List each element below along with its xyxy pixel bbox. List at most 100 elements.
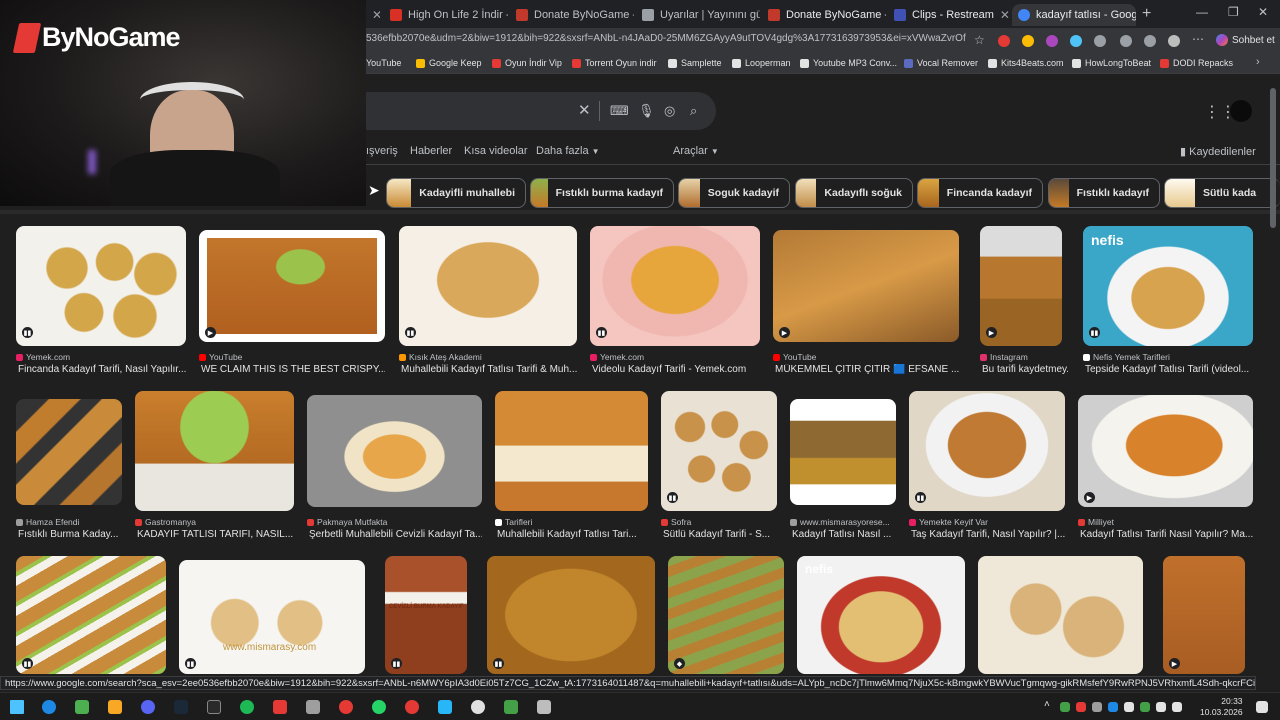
menu-dots-icon[interactable]: ⋯ [1192,32,1204,46]
tools-button[interactable]: Araçlar ▼ [673,145,719,157]
search-input[interactable]: ✕ ⌨ 🎙︎ ◎ ⌕ [366,92,716,130]
result-image[interactable] [909,391,1065,511]
result-image[interactable] [16,399,122,505]
result-image[interactable] [590,226,760,346]
image-result[interactable]: nefis [797,556,965,674]
image-result[interactable]: ◆ [668,556,784,674]
tray-icon[interactable] [1060,702,1070,712]
result-image[interactable] [16,556,166,674]
tab-news[interactable]: Haberler [410,145,452,157]
result-title[interactable]: Muhallebili Kadayıf Tatlısı Tarifi & Muh… [401,364,577,375]
result-image[interactable] [668,556,784,674]
bookmark-item[interactable]: Vocal Remover [904,58,978,68]
tab-2[interactable]: Uyarılar | Yayınını güçlen ✕ [636,4,760,26]
scrollbar-thumb[interactable] [1270,88,1276,228]
image-result[interactable]: ▮▮ Yemek.com Videolu Kadayıf Tarifi - Ye… [590,226,760,376]
account-avatar[interactable] [1230,100,1252,122]
new-tab-icon[interactable]: + [1142,5,1151,23]
result-image[interactable] [495,391,648,511]
bookmark-item[interactable]: Torrent Oyun indir [572,58,657,68]
chip-fincanda-kadayif[interactable]: Fincanda kadayıf [917,178,1043,208]
result-title[interactable]: Kadayıf Tatlısı Tarifi Nasıl Yapılır? Ma… [1080,529,1253,540]
image-result[interactable]: ▶ [1163,556,1245,674]
chip-fistikli-burma[interactable]: Fıstıklı burma kadayıf [530,178,674,208]
image-result[interactable]: www.mismarasy.com ▮▮ [179,560,365,674]
image-result[interactable]: ▮▮ Yemekte Keyif Var Taş Kadayıf Tarifi,… [909,391,1065,543]
image-result[interactable]: nefis ▮▮ Nefis Yemek Tarifleri Tepside K… [1083,226,1253,376]
result-title[interactable]: Kadayıf Tatlısı Nasıl ... [792,529,896,540]
image-result[interactable]: CEVİZLİ BURMA KADAYIF ▮▮ [385,556,467,674]
app-icon[interactable] [273,700,287,714]
bookmark-item[interactable]: DODI Repacks [1160,58,1233,68]
tab-shopping[interactable]: ışveriş [366,145,398,157]
chevron-right-icon[interactable]: › [1256,56,1260,68]
minimize-icon[interactable]: — [1196,5,1208,19]
profile-avatar-icon[interactable] [1168,35,1180,47]
app-icon[interactable] [537,700,551,714]
result-title[interactable]: Fincanda Kadayıf Tarifi, Nasıl Yapılır..… [18,364,186,375]
tray-icon[interactable] [1076,702,1086,712]
image-result[interactable]: ▶ YouTube WE CLAIM THIS IS THE BEST CRIS… [199,226,385,376]
image-result[interactable]: ▶ YouTube MÜKEMMEL ÇITIR ÇITIR 🟦 EFSANE … [773,226,959,376]
result-image[interactable] [135,391,294,511]
chip-sutlu-kadayif[interactable]: Sütlü kada [1164,178,1280,208]
extensions-puzzle-icon[interactable] [1120,35,1132,47]
image-result[interactable]: ▮▮ Sofra Sütlü Kadayıf Tarifi - S... [661,391,777,543]
obs-icon[interactable] [471,700,485,714]
image-result[interactable]: www.mismarasyorese... Kadayıf Tatlısı Na… [790,391,896,543]
bookmark-item[interactable]: Oyun İndir Vip [492,58,562,68]
image-result[interactable]: ▶ Milliyet Kadayıf Tatlısı Tarifi Nasıl … [1078,391,1253,543]
extension-icon[interactable] [1070,35,1082,47]
image-result[interactable] [978,556,1143,674]
result-image[interactable] [179,560,365,674]
result-title[interactable]: Bu tarifi kaydetmey... [982,364,1068,375]
bluetooth-icon[interactable] [1108,702,1118,712]
image-result[interactable]: ▮▮ Kısık Ateş Akademi Muhallebili Kadayı… [399,226,577,376]
close-icon[interactable]: ✕ [372,8,380,22]
store-icon[interactable] [75,700,89,714]
tab-short-videos[interactable]: Kısa videolar [464,145,528,157]
result-image[interactable] [1078,395,1253,507]
app-icon[interactable] [438,700,452,714]
tab-more[interactable]: Daha fazla ▼ [536,145,600,157]
result-image[interactable] [790,399,896,505]
result-image[interactable] [978,556,1143,674]
epic-games-icon[interactable] [207,700,221,714]
search-icon[interactable]: ⌕ [690,103,697,119]
extension-icon[interactable] [1022,35,1034,47]
saved-button[interactable]: ▮ Kaydedilenler [1180,145,1256,158]
window-close-icon[interactable]: ✕ [1258,5,1268,19]
address-bar-url[interactable]: 536efbb2070e&udm=2&biw=1912&bih=922&sxsr… [366,33,966,44]
app-icon[interactable] [306,700,320,714]
image-result[interactable]: ▮▮ [16,556,166,674]
tab-4[interactable]: Clips - Restream ✕ [888,4,1012,26]
bookmark-item[interactable]: Looperman [732,58,791,68]
opera-icon[interactable] [339,700,353,714]
tab-5-active[interactable]: kadayıf tatlısı - Google'd ✕ [1012,4,1136,26]
result-title[interactable]: Fıstıklı Burma Kaday... [18,529,124,540]
star-icon[interactable]: ☆ [974,33,985,47]
bookmark-item[interactable]: Google Keep [416,58,482,68]
chip-fistikli-kadayif[interactable]: Fıstıklı kadayıf [1048,178,1160,208]
tab-close-partial[interactable]: ✕ [366,4,380,26]
result-image[interactable] [1163,556,1245,674]
tab-1[interactable]: Donate ByNoGame - Ult ✕ [510,4,634,26]
tray-icon[interactable] [1140,702,1150,712]
file-explorer-icon[interactable] [108,700,122,714]
network-icon[interactable] [1156,702,1166,712]
history-icon[interactable] [1144,35,1156,47]
app-icon[interactable] [405,700,419,714]
notification-icon[interactable] [1256,701,1268,713]
extension-icon[interactable] [1094,35,1106,47]
keyboard-icon[interactable]: ⌨ [610,103,629,119]
result-title[interactable]: KADAYIF TATLISI TARİFİ, NASIL... [137,529,294,540]
tab-3[interactable]: Donate ByNoGame - Stre ✕ [762,4,886,26]
system-clock[interactable]: 20:33 10.03.2026 [1200,696,1243,718]
image-result[interactable]: Tarifleri Muhallebili Kadayıf Tatlısı Ta… [495,391,648,543]
image-result[interactable]: ▮▮ Yemek.com Fincanda Kadayıf Tarifi, Na… [16,226,186,376]
clear-icon[interactable]: ✕ [578,101,591,119]
maximize-icon[interactable]: ❐ [1228,5,1239,19]
result-title[interactable]: Taş Kadayıf Tarifi, Nasıl Yapılır? |... [911,529,1067,540]
image-result[interactable]: ▶ Instagram Bu tarifi kaydetmey... [980,226,1068,376]
result-image[interactable] [199,230,385,342]
